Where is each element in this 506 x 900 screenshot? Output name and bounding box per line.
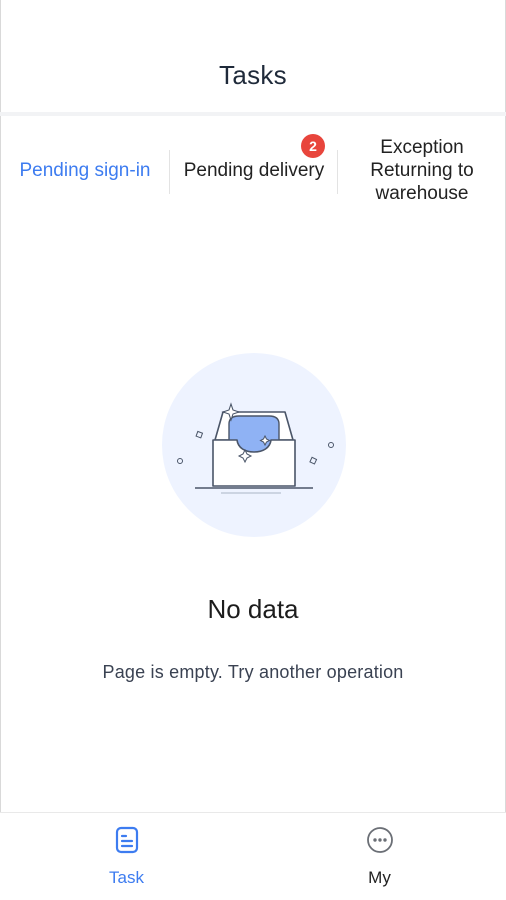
bottom-nav: Task My [0,812,506,900]
tab-exception-label: Exception Returning to warehouse [370,136,474,204]
tab-bar: Pending sign-in Pending delivery Excepti… [0,120,506,220]
nav-item-task[interactable]: Task [0,813,253,900]
empty-state-title: No data [207,594,299,624]
page-header: Tasks [0,0,506,116]
page-title: Tasks [219,60,287,90]
tab-pending-sign-in[interactable]: Pending sign-in [0,120,170,220]
nav-item-my[interactable]: My [253,813,506,900]
task-list-icon [115,826,138,854]
empty-inbox-icon [161,352,347,538]
pending-delivery-badge: 2 [301,134,325,158]
nav-label-task: Task [109,868,144,887]
empty-state-subtitle: Page is empty. Try another operation [102,662,404,682]
nav-label-my: My [368,868,391,887]
more-circle-icon [366,827,393,853]
tab-exception-returning[interactable]: Exception Returning to warehouse [338,120,506,220]
